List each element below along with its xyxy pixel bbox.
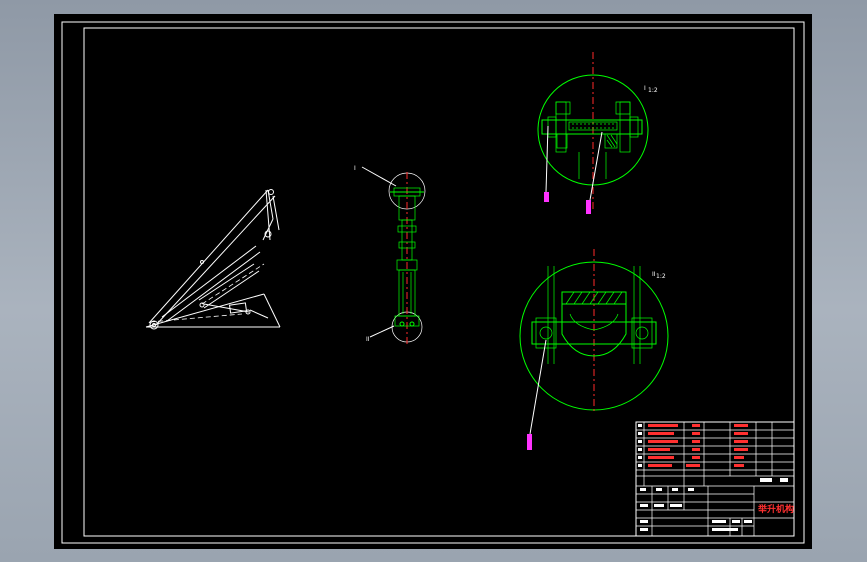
inner-frame <box>83 27 795 537</box>
detail-view-2 <box>519 249 669 435</box>
annotation-tag-2 <box>586 200 591 214</box>
detail-view-1 <box>537 52 649 210</box>
drawing-canvas[interactable]: I II I 1:2 II 1:2 举升机构 <box>54 14 812 549</box>
annotation-tag-1 <box>544 192 549 202</box>
cad-viewport[interactable]: I II I 1:2 II 1:2 举升机构 <box>54 14 812 549</box>
title-block <box>635 421 795 537</box>
lift-linkage-view <box>145 189 281 330</box>
callout-label-a: I <box>354 165 356 172</box>
annotation-tag-3 <box>527 434 532 450</box>
detail-scale-2: 1:2 <box>656 273 666 280</box>
title-block-title: 举升机构 <box>757 503 794 515</box>
detail-scale-1: 1:2 <box>648 87 658 94</box>
cylinder-assembly-view <box>361 166 426 346</box>
callout-label-b: II <box>366 336 370 343</box>
detail-label-1: I <box>644 85 646 92</box>
